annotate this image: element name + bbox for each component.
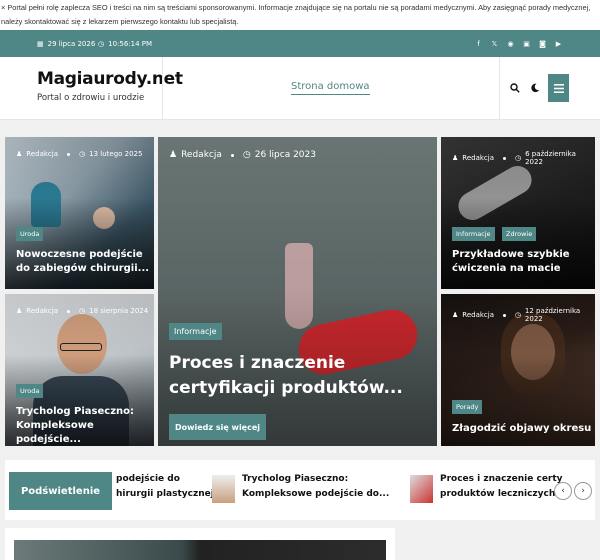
post-title[interactable]: Proces i znaczenie certyfikacji produktó… bbox=[169, 351, 409, 401]
clock-icon: ◷ bbox=[98, 39, 105, 48]
site-header: Magiaurody.net Portal o zdrowiu i urodzi… bbox=[0, 57, 600, 120]
post-meta: ♟ Redakcja ◷ 6 października 2022 bbox=[452, 150, 595, 166]
user-icon: ♟ bbox=[16, 150, 23, 158]
post-card[interactable] bbox=[5, 528, 395, 560]
post-date: 13 lutego 2025 bbox=[89, 150, 143, 158]
date-text: 29 lipca 2026 bbox=[47, 39, 96, 48]
clock-icon: ◷ bbox=[242, 150, 251, 160]
ticker-item-title: Kompleksowe podejście do... bbox=[242, 489, 390, 499]
post-card[interactable]: ♟ Redakcja ◷ 6 października 2022 Informa… bbox=[441, 137, 595, 289]
category-tag[interactable]: Uroda bbox=[16, 384, 44, 398]
ticker-item-title: Trycholog Piaseczno: bbox=[242, 474, 349, 484]
calendar-icon: ▦ bbox=[37, 39, 44, 48]
category-tag[interactable]: Porady bbox=[452, 400, 483, 414]
site-tagline: Portal o zdrowiu i urodzie bbox=[37, 93, 145, 103]
post-author[interactable]: Redakcja bbox=[26, 307, 58, 315]
post-thumbnail[interactable] bbox=[14, 540, 386, 560]
post-author[interactable]: Redakcja bbox=[181, 150, 222, 160]
facebook-icon[interactable]: f bbox=[475, 40, 482, 48]
x-twitter-icon[interactable]: 𝕏 bbox=[491, 40, 498, 48]
post-meta: ♟ Redakcja ◷ 12 października 2022 bbox=[452, 307, 595, 323]
prev-arrow-button[interactable]: ‹ bbox=[554, 482, 572, 500]
clock-icon: ◷ bbox=[79, 150, 86, 158]
clock-icon: ◷ bbox=[514, 154, 522, 162]
top-bar: ▦ 29 lipca 2026 ◷ 10:56:14 PM f 𝕏 ◉ ▣ ◙ … bbox=[0, 30, 600, 57]
user-icon: ♟ bbox=[169, 150, 178, 160]
post-date: 26 lipca 2023 bbox=[254, 150, 316, 160]
ticker-item[interactable]: Trycholog Piaseczno: Kompleksowe podejśc… bbox=[242, 472, 389, 502]
chevron-right-icon: › bbox=[581, 486, 585, 496]
time-display: ◷ 10:56:14 PM bbox=[98, 30, 152, 57]
linkedin-icon[interactable]: ▣ bbox=[523, 40, 530, 48]
ticker-item[interactable]: Proces i znaczenie certy produktów leczn… bbox=[440, 472, 563, 502]
highlight-ticker: podejście do hirurgii plastycznej –... P… bbox=[5, 460, 595, 520]
highlight-label: Podświetlenie bbox=[9, 472, 112, 510]
header-divider bbox=[499, 57, 500, 120]
time-text: 10:56:14 PM bbox=[108, 39, 153, 48]
category-tag[interactable]: Informacje bbox=[452, 227, 495, 241]
youtube-icon[interactable]: ▶ bbox=[555, 40, 562, 48]
user-icon: ♟ bbox=[452, 154, 459, 162]
ticker-item-title: Proces i znaczenie certy bbox=[440, 474, 563, 484]
dark-mode-icon[interactable] bbox=[530, 83, 540, 96]
pinterest-icon[interactable]: ◉ bbox=[507, 40, 514, 48]
read-more-button[interactable]: Dowiedz się więcej bbox=[169, 414, 266, 440]
post-meta: ♟ Redakcja ◷ 26 lipca 2023 bbox=[169, 150, 316, 160]
post-card[interactable]: ♟ Redakcja ◷ 13 lutego 2025 Uroda Nowocz… bbox=[5, 137, 154, 289]
post-card[interactable]: ♟ Redakcja ◷ 18 sierpnia 2024 Uroda Tryc… bbox=[5, 294, 154, 446]
post-title[interactable]: Przykładowe szybkie ćwiczenia na macie bbox=[452, 248, 592, 276]
menu-button[interactable] bbox=[548, 74, 569, 102]
post-date: 12 października 2022 bbox=[524, 307, 581, 323]
clock-icon: ◷ bbox=[79, 307, 86, 315]
disclaimer-notice: × Portal pełni rolę zaplecza SEO i treśc… bbox=[0, 0, 600, 30]
search-icon[interactable] bbox=[510, 83, 520, 96]
category-tag[interactable]: Zdrowie bbox=[502, 227, 537, 241]
hamburger-icon bbox=[553, 83, 564, 93]
ticker-thumbnail[interactable] bbox=[410, 475, 433, 503]
post-meta: ♟ Redakcja ◷ 13 lutego 2025 bbox=[16, 150, 142, 158]
post-card[interactable]: ♟ Redakcja ◷ 12 października 2022 Porady… bbox=[441, 294, 595, 446]
site-title[interactable]: Magiaurody.net bbox=[37, 69, 183, 89]
post-title[interactable]: Złagodzić objawy okresu bbox=[452, 422, 592, 436]
post-author[interactable]: Redakcja bbox=[462, 311, 494, 319]
header-divider bbox=[162, 57, 163, 120]
post-meta: ♟ Redakcja ◷ 18 sierpnia 2024 bbox=[16, 307, 148, 315]
post-author[interactable]: Redakcja bbox=[26, 150, 58, 158]
ticker-item-title: produktów leczniczych bbox=[440, 489, 556, 499]
clock-icon: ◷ bbox=[514, 311, 521, 319]
nav-home-link[interactable]: Strona domowa bbox=[291, 81, 370, 95]
chevron-left-icon: ‹ bbox=[561, 486, 565, 496]
post-author[interactable]: Redakcja bbox=[462, 154, 494, 162]
post-date: 18 sierpnia 2024 bbox=[89, 307, 149, 315]
category-tag[interactable]: Informacje bbox=[169, 323, 222, 340]
category-tag[interactable]: Uroda bbox=[16, 227, 44, 241]
instagram-icon[interactable]: ◙ bbox=[539, 40, 546, 48]
date-display: ▦ 29 lipca 2026 bbox=[37, 30, 95, 57]
user-icon: ♟ bbox=[16, 307, 23, 315]
post-date: 6 października 2022 bbox=[525, 150, 576, 166]
featured-post-card[interactable]: ♟ Redakcja ◷ 26 lipca 2023 Informacje Pr… bbox=[158, 137, 437, 446]
next-arrow-button[interactable]: › bbox=[574, 482, 592, 500]
social-links: f 𝕏 ◉ ▣ ◙ ▶ bbox=[475, 30, 562, 57]
post-title[interactable]: Nowoczesne podejście do zabiegów chirurg… bbox=[16, 248, 151, 276]
user-icon: ♟ bbox=[452, 311, 459, 319]
post-title[interactable]: Trycholog Piaseczno: Kompleksowe podejśc… bbox=[16, 405, 151, 446]
ticker-thumbnail[interactable] bbox=[212, 475, 235, 503]
